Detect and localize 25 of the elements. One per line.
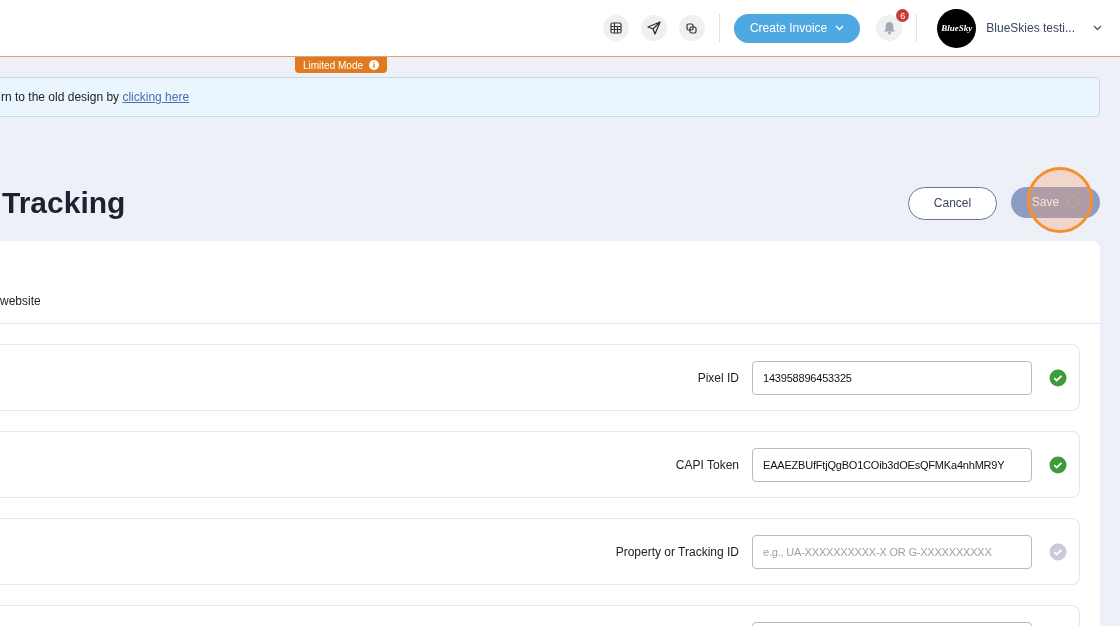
field-label: Pixel ID <box>697 370 739 385</box>
account-name[interactable]: BlueSkies testi... <box>986 21 1075 35</box>
field-label: Property or Tracking ID <box>615 544 739 559</box>
grid-icon <box>609 22 622 34</box>
notifications-button[interactable] <box>876 15 903 41</box>
send-icon <box>646 21 661 35</box>
input-field[interactable]: EAAEZBUfFtjQgBO1COib3dOEsQFMKa4nhMR9Y <box>752 447 1032 482</box>
input-field[interactable]: e.g., UA-XXXXXXXXXX-X OR G-XXXXXXXXXX <box>752 534 1032 569</box>
toolbar-button[interactable] <box>678 15 705 41</box>
chevron-down-icon <box>835 25 845 31</box>
notification-count: 6 <box>896 9 910 22</box>
cancel-button[interactable]: Cancel <box>908 186 997 220</box>
old-design-link[interactable]: clicking here <box>122 90 190 104</box>
toolbar-button[interactable] <box>602 15 629 41</box>
banner-text: rn to the old design by clicking here <box>1 90 190 104</box>
bell-icon <box>882 21 896 35</box>
account-avatar[interactable]: BlueSky <box>937 8 977 48</box>
page-title: Tracking <box>2 186 126 220</box>
info-icon <box>369 60 380 70</box>
chevron-down-icon[interactable] <box>1093 25 1102 31</box>
field-label: CAPI Token <box>675 457 739 472</box>
input-field[interactable]: 143958896453325 <box>752 360 1032 395</box>
toolbar-button[interactable] <box>640 15 667 41</box>
section-subtitle: website <box>0 241 1100 324</box>
copy-icon <box>686 22 698 34</box>
